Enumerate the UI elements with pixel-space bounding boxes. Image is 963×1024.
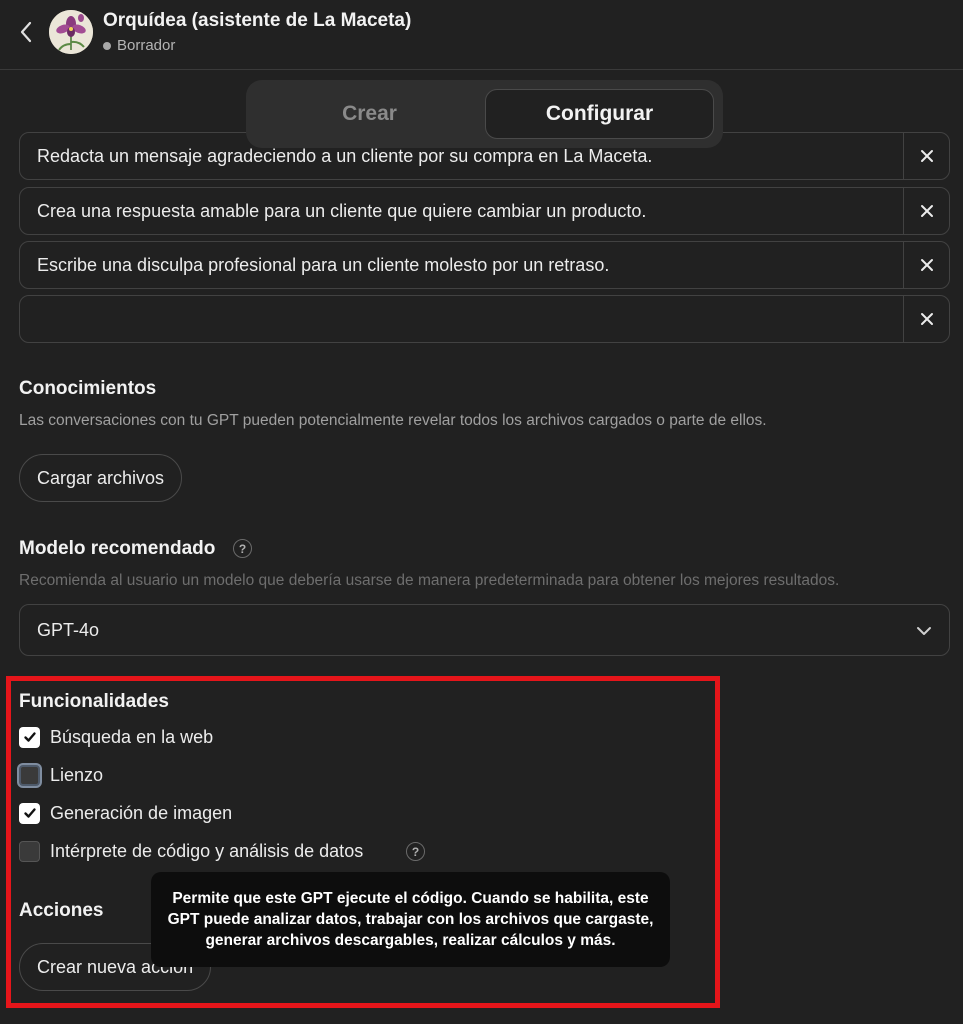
- chevron-down-icon: [917, 627, 931, 635]
- model-selected-value: GPT-4o: [37, 619, 100, 640]
- status-dot: [103, 41, 111, 50]
- knowledge-title: Conocimientos: [19, 378, 157, 399]
- checkbox[interactable]: [19, 764, 40, 786]
- help-icon[interactable]: ?: [406, 842, 425, 861]
- status-label: Borrador: [117, 37, 176, 54]
- chevron-left-icon: [20, 21, 32, 43]
- orchid-avatar: [49, 10, 93, 54]
- starter-text[interactable]: Redacta un mensaje agradeciendo a un cli…: [20, 146, 903, 167]
- model-select[interactable]: GPT-4o: [19, 604, 950, 656]
- page-title: Orquídea (asistente de La Maceta): [103, 10, 412, 31]
- starter-field-2[interactable]: Crea una respuesta amable para un client…: [19, 187, 950, 235]
- remove-starter-button[interactable]: [903, 242, 949, 288]
- close-icon: [920, 150, 933, 162]
- capability-label: Intérprete de código y análisis de datos: [50, 840, 364, 861]
- checkbox[interactable]: [19, 726, 40, 748]
- help-icon[interactable]: ?: [233, 539, 252, 558]
- remove-starter-button[interactable]: [903, 296, 949, 342]
- tab-configurar[interactable]: Configurar: [485, 89, 714, 139]
- remove-starter-button[interactable]: [903, 133, 949, 179]
- model-description: Recomienda al usuario un modelo que debe…: [19, 572, 840, 589]
- close-icon: [920, 259, 933, 271]
- top-bar: Orquídea (asistente de La Maceta) Borrad…: [0, 0, 963, 70]
- close-icon: [920, 313, 933, 325]
- starter-text[interactable]: Crea una respuesta amable para un client…: [20, 201, 903, 222]
- capabilities-title: Funcionalidades: [19, 691, 169, 712]
- capability-label: Búsqueda en la web: [50, 726, 214, 747]
- knowledge-description: Las conversaciones con tu GPT pueden pot…: [19, 412, 767, 429]
- model-title: Modelo recomendado: [19, 538, 216, 559]
- capability-label: Generación de imagen: [50, 802, 233, 823]
- mode-tabs: Crear Configurar: [246, 80, 723, 148]
- upload-files-button[interactable]: Cargar archivos: [19, 454, 183, 502]
- capability-label: Lienzo: [50, 764, 104, 785]
- actions-title: Acciones: [19, 900, 104, 921]
- checkbox[interactable]: [19, 840, 40, 862]
- capability-code-interpreter[interactable]: Intérprete de código y análisis de datos: [19, 838, 363, 864]
- draft-status: Borrador: [103, 37, 175, 54]
- back-button[interactable]: [14, 20, 38, 44]
- avatar: [49, 10, 93, 54]
- close-icon: [920, 205, 933, 217]
- capability-image-generation[interactable]: Generación de imagen: [19, 800, 232, 826]
- check-icon: [23, 732, 36, 742]
- remove-starter-button[interactable]: [903, 188, 949, 234]
- starter-field-empty[interactable]: [19, 295, 950, 343]
- code-interpreter-tooltip: Permite que este GPT ejecute el código. …: [151, 872, 670, 967]
- checkbox[interactable]: [19, 802, 40, 824]
- check-icon: [23, 808, 36, 818]
- starter-field-3[interactable]: Escribe una disculpa profesional para un…: [19, 241, 950, 289]
- capability-canvas[interactable]: Lienzo: [19, 762, 103, 788]
- starter-text[interactable]: Escribe una disculpa profesional para un…: [20, 255, 903, 276]
- capability-web-search[interactable]: Búsqueda en la web: [19, 724, 213, 750]
- tab-crear[interactable]: Crear: [255, 89, 484, 139]
